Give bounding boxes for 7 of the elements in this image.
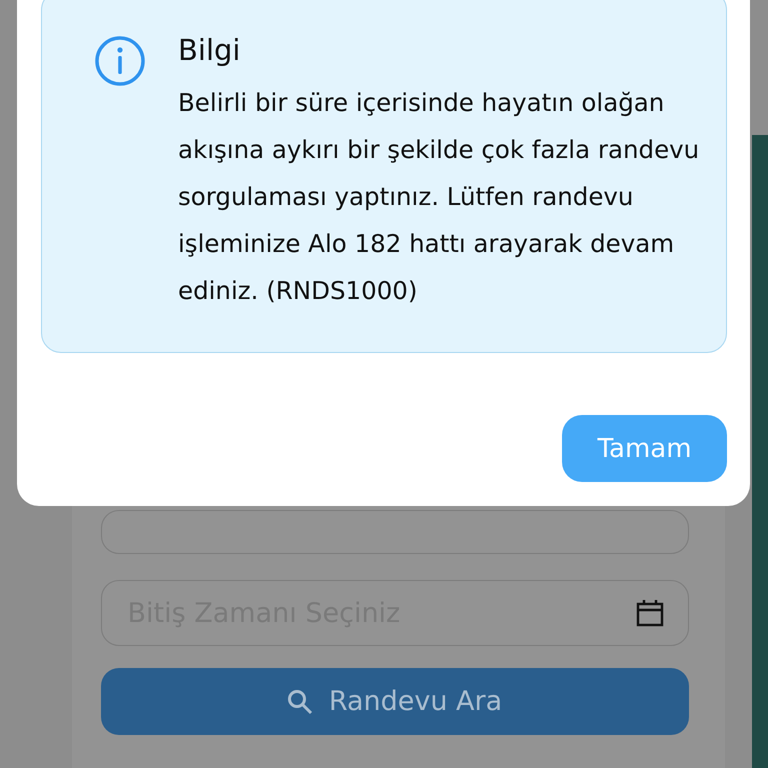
search-button[interactable]: Randevu Ara [100, 668, 688, 735]
info-icon [94, 35, 146, 87]
calendar-icon[interactable] [636, 599, 664, 627]
dialog-message: Belirli bir süre içerisinde hayatın olağan akışına aykırı bir şekilde çok fazla randevu sorgulaması yaptınız. Lütfen randevu işleminize Alo 182 hattı arayarak devam ediniz. (RNDS1000) [178, 87, 700, 307]
ok-button[interactable]: Tamam [562, 415, 727, 482]
dialog-title: Bilgi [178, 33, 242, 67]
search-icon [286, 688, 313, 714]
